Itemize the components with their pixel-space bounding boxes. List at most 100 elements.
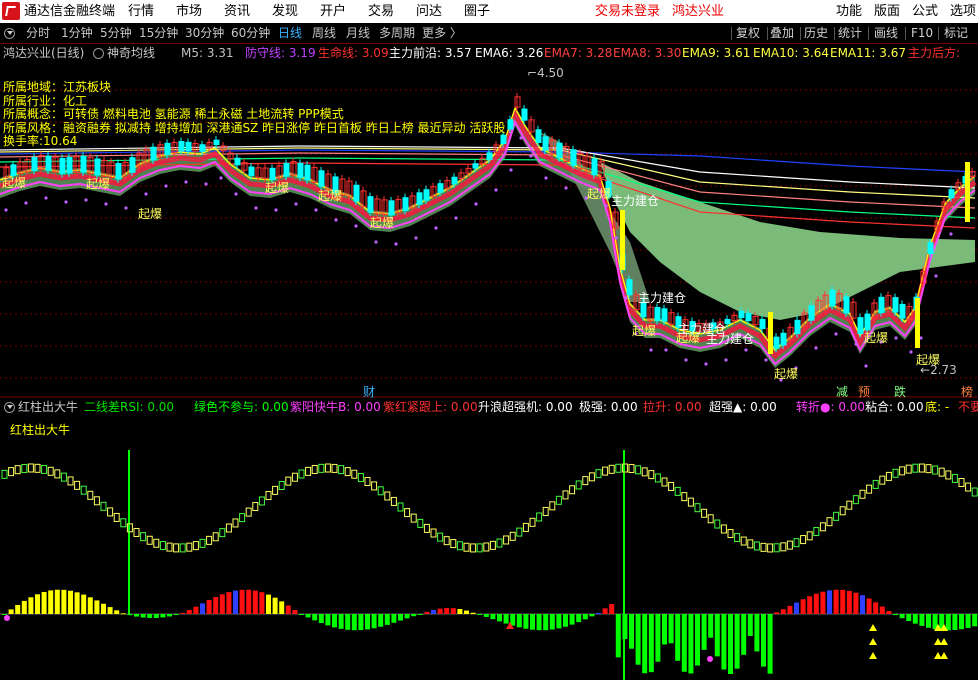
trend-box bbox=[958, 478, 965, 488]
trend-box bbox=[364, 476, 371, 486]
menu-kaihu[interactable]: 开户 bbox=[320, 3, 346, 20]
histogram-bar bbox=[81, 594, 87, 614]
histogram-bar bbox=[305, 614, 311, 618]
trend-box bbox=[615, 463, 622, 473]
f10-button[interactable]: F10 bbox=[911, 26, 933, 41]
histogram-bar bbox=[167, 614, 172, 617]
trend-box bbox=[522, 522, 529, 532]
trend-box bbox=[793, 538, 800, 548]
menu-xuanxiang[interactable]: 选项 bbox=[950, 3, 976, 20]
sub-item-shenglang: 升浪超强机: 0.00 bbox=[478, 400, 573, 414]
period-daily[interactable]: 日线 bbox=[278, 26, 302, 41]
histogram-bar bbox=[2, 614, 7, 615]
menu-banmian[interactable]: 版面 bbox=[874, 3, 900, 20]
main-indicator-bar: 鸿达兴业(日线) 神奇均线 M5: 3.31 防守线: 3.19 生命线: 3.… bbox=[0, 44, 978, 62]
trend-box bbox=[377, 486, 384, 496]
histogram-bar bbox=[153, 614, 159, 618]
histogram-bar bbox=[299, 614, 304, 615]
fuquan-button[interactable]: 复权 bbox=[736, 26, 760, 41]
menu-hangqing[interactable]: 行情 bbox=[128, 3, 154, 20]
period-more[interactable]: 更多 〉 bbox=[422, 26, 462, 41]
candle-body bbox=[591, 158, 598, 176]
dot-marker bbox=[394, 242, 398, 246]
dot-marker bbox=[864, 364, 868, 368]
period-weekly[interactable]: 周线 bbox=[312, 26, 336, 41]
trend-box bbox=[8, 467, 15, 477]
trend-box bbox=[912, 463, 919, 473]
histogram-bar bbox=[61, 589, 67, 614]
trend-box bbox=[423, 523, 430, 533]
dot-marker bbox=[744, 348, 748, 352]
zhuanzhe-dot-icon bbox=[4, 615, 10, 621]
high-price-value: 4.50 bbox=[537, 66, 564, 80]
period-monthly[interactable]: 月线 bbox=[346, 26, 370, 41]
menu-shichang[interactable]: 市场 bbox=[176, 3, 202, 20]
trend-box bbox=[120, 518, 127, 528]
candle-body bbox=[507, 119, 514, 130]
candle-body bbox=[745, 312, 752, 322]
menu-faxian[interactable]: 发现 bbox=[272, 3, 298, 20]
histogram-bar bbox=[965, 614, 971, 628]
period-60min[interactable]: 60分钟 bbox=[231, 26, 270, 41]
formula-dropdown-icon[interactable] bbox=[93, 48, 104, 59]
period-fenshi[interactable]: 分时 bbox=[26, 26, 50, 41]
trade-login-status[interactable]: 交易未登录 bbox=[595, 3, 660, 20]
sub-indicator-chart[interactable] bbox=[0, 414, 978, 680]
toolbar-separator bbox=[800, 27, 801, 40]
candle-body bbox=[115, 162, 122, 180]
histogram-bar bbox=[648, 614, 654, 673]
dot-marker bbox=[494, 188, 498, 192]
trend-box bbox=[404, 508, 411, 518]
menu-zixun[interactable]: 资讯 bbox=[224, 3, 250, 20]
menu-gongneng[interactable]: 功能 bbox=[836, 3, 862, 20]
trend-box bbox=[859, 489, 866, 499]
zhuanzhe-dot-icon bbox=[707, 656, 713, 662]
sub-formula-dropdown-icon[interactable] bbox=[4, 402, 15, 413]
tongji-button[interactable]: 统计 bbox=[838, 26, 862, 41]
trend-box bbox=[892, 468, 899, 478]
dropdown-menu-icon[interactable] bbox=[4, 28, 15, 39]
candle-body bbox=[521, 108, 528, 121]
trend-box bbox=[100, 501, 107, 511]
period-30min[interactable]: 30分钟 bbox=[185, 26, 224, 41]
sub-item-ziyang: 紫阳快牛B: 0.00 bbox=[290, 400, 381, 414]
period-15min[interactable]: 15分钟 bbox=[139, 26, 178, 41]
diejia-button[interactable]: 叠加 bbox=[770, 26, 794, 41]
lishi-button[interactable]: 历史 bbox=[804, 26, 828, 41]
huaxian-button[interactable]: 画线 bbox=[874, 26, 898, 41]
menu-gongshi[interactable]: 公式 bbox=[912, 3, 938, 20]
histogram-bar bbox=[259, 592, 265, 614]
trend-box bbox=[133, 527, 140, 537]
trend-box bbox=[331, 463, 338, 473]
trend-box bbox=[800, 535, 807, 545]
stock-info-panel: 所属地域：江苏板块 所属行业：化工 所属概念：可转债 燃料电池 氢能源 稀土永磁… bbox=[3, 80, 505, 149]
trend-box bbox=[582, 476, 589, 486]
histogram-bar bbox=[398, 614, 403, 621]
sub-formula-name[interactable]: 红柱出大牛 bbox=[18, 400, 78, 414]
histogram-bar bbox=[107, 607, 113, 614]
histogram-bar bbox=[840, 589, 846, 614]
period-5min[interactable]: 5分钟 bbox=[100, 26, 132, 41]
dot-marker bbox=[454, 216, 458, 220]
menu-wenda[interactable]: 问达 bbox=[416, 3, 442, 20]
menu-jiaoyi[interactable]: 交易 bbox=[368, 3, 394, 20]
formula-name[interactable]: 神奇均线 bbox=[107, 46, 155, 60]
trend-box bbox=[437, 532, 444, 542]
histogram-bar bbox=[820, 591, 826, 614]
candle-body bbox=[768, 312, 773, 354]
trend-box bbox=[21, 463, 28, 473]
period-multi[interactable]: 多周期 bbox=[379, 26, 415, 41]
sub-item-buyao: 不要 bbox=[958, 400, 978, 414]
trend-box bbox=[767, 543, 774, 553]
histogram-bar bbox=[35, 594, 40, 614]
menu-quanzi[interactable]: 圈子 bbox=[464, 3, 490, 20]
biaoji-button[interactable]: 标记 bbox=[944, 26, 968, 41]
trend-box bbox=[648, 470, 655, 480]
dot-marker bbox=[314, 208, 318, 212]
stock-period-label: 鸿达兴业(日线) bbox=[3, 46, 85, 60]
period-1min[interactable]: 1分钟 bbox=[61, 26, 93, 41]
histogram-bar bbox=[827, 590, 832, 614]
histogram-bar bbox=[728, 614, 733, 674]
candle-body bbox=[94, 158, 101, 176]
histogram-bar bbox=[279, 601, 285, 614]
